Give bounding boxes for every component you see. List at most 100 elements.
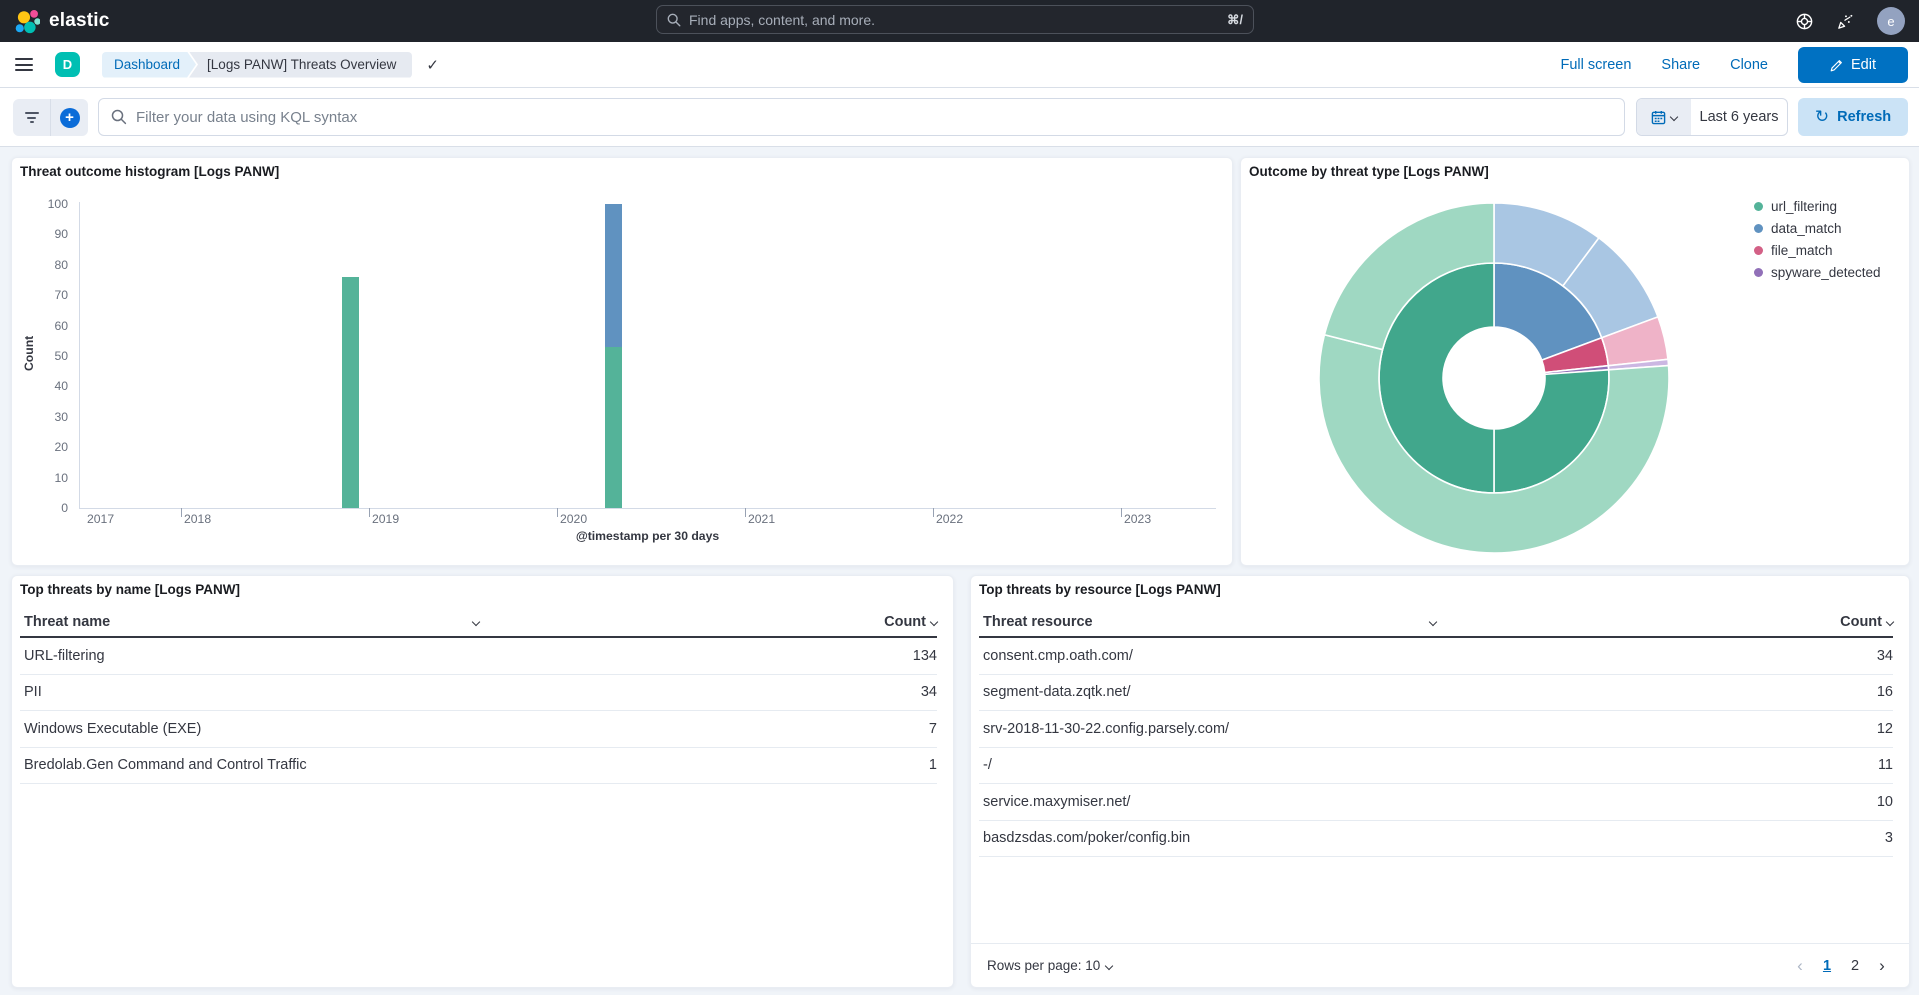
page-1-button[interactable]: 1 [1815,954,1839,978]
table-header-row: Threat resource Count [979,608,1893,638]
news-feed-icon[interactable] [1836,12,1855,31]
dot [1895,249,1898,252]
time-picker-calendar-button[interactable] [1637,99,1691,135]
dot [1891,209,1894,212]
x-tick-label: 2017 [87,512,114,526]
dot-grid [1891,223,1898,234]
legend-item-spyware_detected[interactable]: spyware_detected [1754,261,1881,283]
x-tick-mark [1121,508,1122,517]
bar-segment-url_filtering[interactable] [342,277,359,508]
table-pagination-footer: Rows per page: 10 ‹ 1 2 › [971,943,1909,987]
x-tick-label: 2018 [184,512,211,526]
brand-name: elastic [49,10,110,32]
panel-title: Top threats by resource [Logs PANW] [979,582,1221,597]
dot [1895,245,1898,248]
elastic-brand[interactable]: elastic [13,8,110,35]
bar-segment-data_match[interactable] [605,204,622,347]
legend-actions [1891,195,1898,283]
chevron-down-icon [930,618,938,626]
refresh-icon: ↻ [1815,107,1829,127]
x-axis-line [79,508,1216,509]
cell-count: 134 [479,648,938,664]
kql-query-input[interactable]: Filter your data using KQL syntax [98,98,1625,136]
page-2-button[interactable]: 2 [1843,954,1867,978]
table-row: segment-data.zqtk.net/16 [979,675,1893,712]
x-tick-label: 2019 [372,512,399,526]
space-badge[interactable]: D [55,52,80,77]
legend-label: spyware_detected [1771,265,1881,280]
cell-threat-name: URL-filtering [20,648,479,664]
dot [1895,267,1898,270]
previous-page-button[interactable]: ‹ [1789,956,1811,976]
filter-icon [25,112,39,123]
table-row: URL-filtering134 [20,638,937,675]
global-search-input[interactable]: Find apps, content, and more. ⌘/ [656,5,1254,34]
rows-per-page-selector[interactable]: Rows per page: 10 [987,958,1112,973]
legend-item-data_match[interactable]: data_match [1754,217,1881,239]
column-header-threat-name[interactable]: Threat name [20,614,479,630]
column-header-threat-resource[interactable]: Threat resource [979,614,1436,630]
cell-count: 12 [1436,721,1893,737]
dot-grid [1891,245,1898,256]
column-header-count[interactable]: Count [479,614,938,630]
help-icon[interactable] [1795,12,1814,31]
add-filter-button[interactable]: + [50,99,88,136]
breadcrumb-dashboard[interactable]: Dashboard [102,52,196,78]
x-axis-label: @timestamp per 30 days [79,529,1216,543]
table-row: consent.cmp.oath.com/34 [979,638,1893,675]
y-axis-line [79,202,80,508]
refresh-button[interactable]: ↻ Refresh [1798,98,1908,136]
y-tick-label: 10 [32,471,68,485]
dot [1891,205,1894,208]
filter-list-button[interactable] [13,99,50,136]
menu-hamburger-icon[interactable] [15,58,33,71]
user-avatar[interactable]: e [1877,7,1905,35]
legend-item-actions-icon[interactable] [1891,261,1898,283]
refresh-label: Refresh [1837,109,1891,125]
cell-threat-resource: segment-data.zqtk.net/ [979,684,1436,700]
time-picker: Last 6 years [1636,98,1788,136]
saved-check-icon: ✓ [426,56,439,74]
legend-dot [1754,246,1763,255]
dot [1891,223,1894,226]
column-header-label: Count [1840,614,1882,630]
edit-button[interactable]: Edit [1798,47,1908,83]
cell-count: 16 [1436,684,1893,700]
dot [1891,201,1894,204]
search-icon [111,109,127,125]
pagination: ‹ 1 2 › [1789,954,1893,978]
x-tick-label: 2021 [748,512,775,526]
rows-per-page-label: Rows per page: 10 [987,958,1100,973]
kibana-dashboard-screen: elastic Find apps, content, and more. ⌘/ [0,0,1919,995]
share-button[interactable]: Share [1661,57,1700,73]
calendar-icon [1651,110,1666,125]
pencil-icon [1830,59,1843,72]
cell-threat-name: PII [20,684,479,700]
clone-button[interactable]: Clone [1730,57,1768,73]
dot [1895,209,1898,212]
column-header-count[interactable]: Count [1436,614,1893,630]
full-screen-button[interactable]: Full screen [1560,57,1631,73]
dot [1891,275,1894,278]
time-range-value[interactable]: Last 6 years [1691,99,1787,135]
y-tick-label: 30 [32,410,68,424]
dot [1895,275,1898,278]
cell-threat-name: Windows Executable (EXE) [20,721,479,737]
bar-segment-url_filtering[interactable] [605,347,622,508]
dot [1891,267,1894,270]
histogram-plot-area[interactable]: 0102030405060708090100201720182019202020… [12,158,1232,565]
legend-item-actions-icon[interactable] [1891,195,1898,217]
search-icon [667,13,681,27]
cell-threat-resource: service.maxymiser.net/ [979,794,1436,810]
dot [1891,231,1894,234]
y-tick-label: 70 [32,288,68,302]
dot [1895,271,1898,274]
table-row: PII34 [20,675,937,712]
legend-item-url_filtering[interactable]: url_filtering [1754,195,1881,217]
next-page-button[interactable]: › [1871,956,1893,976]
column-header-label: Threat resource [983,614,1093,630]
legend-item-actions-icon[interactable] [1891,217,1898,239]
legend-item-file_match[interactable]: file_match [1754,239,1881,261]
y-tick-label: 40 [32,379,68,393]
legend-item-actions-icon[interactable] [1891,239,1898,261]
